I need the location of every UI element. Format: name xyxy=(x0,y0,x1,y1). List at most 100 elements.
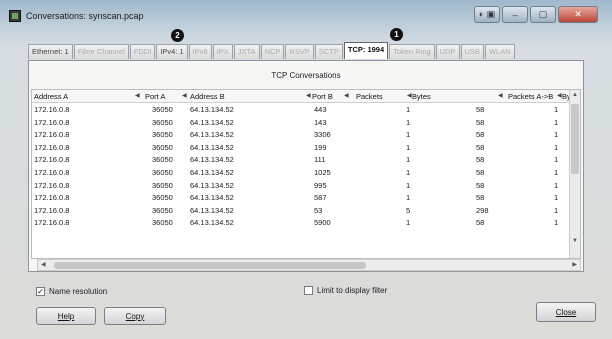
table-row[interactable]: 172.16.0.8 36050 64.13.134.52 111 1 58 1 xyxy=(32,153,580,166)
conversations-table[interactable]: Address A ◀ Port A ◀ Address B Port B ◀ Packets… xyxy=(31,89,581,259)
table-row[interactable]: 172.16.0.8 36050 64.13.134.52 3306 1 58 1 xyxy=(32,128,580,141)
vertical-scrollbar[interactable]: ▲ ▼ xyxy=(569,90,580,258)
horizontal-scroll-thumb[interactable] xyxy=(54,262,366,269)
tab-ncp[interactable]: NCP xyxy=(260,44,285,59)
table-cell: 587 xyxy=(314,193,327,203)
tab-tcp-1994[interactable]: TCP: 1994 xyxy=(343,42,389,59)
tab-rsvp[interactable]: RSVP xyxy=(285,44,314,59)
window-controls: ◐ ▣ ‒ ▢ ✕ xyxy=(474,6,598,23)
tab-usb[interactable]: USB xyxy=(460,44,484,59)
table-row[interactable]: 172.16.0.8 36050 64.13.134.52 53 5 298 1 xyxy=(32,204,580,217)
tab-ipv6[interactable]: IPv6 xyxy=(188,44,212,59)
table-cell: 995 xyxy=(314,180,327,190)
sort-arrow-icon: ◀ xyxy=(306,93,311,99)
table-row[interactable]: 172.16.0.8 36050 64.13.134.52 1025 1 58 1 xyxy=(32,166,580,179)
tab-fddi[interactable]: FDDI xyxy=(129,44,156,59)
table-cell: 64.13.134.52 xyxy=(190,180,234,190)
table-cell: 172.16.0.8 xyxy=(34,180,70,190)
column-header-port-b[interactable]: Port B xyxy=(312,92,333,101)
limit-filter-label: Limit to display filter xyxy=(317,286,388,295)
table-cell: 36050 xyxy=(152,155,173,165)
table-cell: 298 xyxy=(476,205,489,215)
tab-ipv4-1[interactable]: IPv4: 1 xyxy=(156,44,188,59)
column-header-port-a[interactable]: Port A xyxy=(145,92,165,101)
table-cell: 5 xyxy=(406,205,411,215)
checkbox-unchecked-icon[interactable] xyxy=(304,286,313,295)
table-cell: 111 xyxy=(314,155,326,165)
close-window-button[interactable]: ✕ xyxy=(558,6,598,23)
annotation-marker-2: 2 xyxy=(171,29,184,42)
table-row[interactable]: 172.16.0.8 36050 64.13.134.52 443 1 58 1 xyxy=(32,103,580,116)
table-cell: 172.16.0.8 xyxy=(34,105,70,114)
scroll-right-icon[interactable]: ▶ xyxy=(572,260,577,270)
table-cell: 1 xyxy=(406,180,411,190)
table-cell: 58 xyxy=(476,155,485,165)
horizontal-scrollbar[interactable]: ◀ ▶ xyxy=(37,259,581,271)
table-cell: 64.13.134.52 xyxy=(190,155,234,165)
table-cell: 36050 xyxy=(152,180,173,190)
minimize-button[interactable]: ‒ xyxy=(502,6,528,23)
table-body: 172.16.0.8 36050 64.13.134.52 443 1 58 1 172.16… xyxy=(32,103,580,229)
column-header-address-a[interactable]: Address A xyxy=(34,92,68,101)
maximize-button[interactable]: ▢ xyxy=(530,6,556,23)
table-cell: 5900 xyxy=(314,218,331,228)
tab-token-ring[interactable]: Token Ring xyxy=(389,44,435,59)
table-cell: 199 xyxy=(314,142,327,152)
column-header-packets-a-b[interactable]: Packets A->B xyxy=(508,92,553,101)
copy-button[interactable]: Copy xyxy=(104,307,166,325)
table-cell: 64.13.134.52 xyxy=(190,130,234,140)
table-row[interactable]: 172.16.0.8 36050 64.13.134.52 143 1 58 1 xyxy=(32,116,580,129)
tab-fibre-channel[interactable]: Fibre Channel xyxy=(73,44,129,59)
help-button[interactable]: Help xyxy=(36,307,96,325)
table-cell: 1 xyxy=(554,205,559,215)
name-resolution-label: Name resolution xyxy=(49,287,108,296)
tab-udp[interactable]: UDP xyxy=(435,44,460,59)
aero-snap-button[interactable]: ◐ ▣ xyxy=(474,6,500,23)
table-cell: 172.16.0.8 xyxy=(34,117,70,127)
table-cell: 58 xyxy=(476,180,485,190)
table-cell: 36050 xyxy=(152,105,173,114)
table-cell: 3306 xyxy=(314,130,331,140)
table-row[interactable]: 172.16.0.8 36050 64.13.134.52 995 1 58 1 xyxy=(32,179,580,192)
table-cell: 36050 xyxy=(152,167,173,177)
tab-ipx[interactable]: IPX xyxy=(212,44,233,59)
name-resolution-checkbox[interactable]: ✓ Name resolution xyxy=(36,287,107,296)
sort-arrow-icon: ◀ xyxy=(182,93,187,99)
column-header-packets[interactable]: Packets xyxy=(356,92,383,101)
table-cell: 1 xyxy=(554,167,559,177)
table-cell: 1 xyxy=(406,193,411,203)
table-cell: 64.13.134.52 xyxy=(190,218,234,228)
table-cell: 64.13.134.52 xyxy=(190,167,234,177)
table-row[interactable]: 172.16.0.8 36050 64.13.134.52 587 1 58 1 xyxy=(32,191,580,204)
tab-ethernet-1[interactable]: Ethernet: 1 xyxy=(28,44,73,59)
scroll-up-icon[interactable]: ▲ xyxy=(570,90,580,100)
table-cell: 1 xyxy=(554,130,559,140)
table-cell: 1 xyxy=(554,105,559,114)
table-row[interactable]: 172.16.0.8 36050 64.13.134.52 199 1 58 1 xyxy=(32,141,580,154)
limit-filter-checkbox[interactable]: Limit to display filter xyxy=(304,286,387,295)
table-cell: 58 xyxy=(476,117,485,127)
scroll-down-icon[interactable]: ▼ xyxy=(570,236,580,246)
table-cell: 143 xyxy=(314,117,327,127)
table-cell: 1 xyxy=(406,218,411,228)
table-cell: 58 xyxy=(476,193,485,203)
table-cell: 1 xyxy=(406,142,411,152)
checkbox-checked-icon[interactable]: ✓ xyxy=(36,287,45,296)
table-cell: 1 xyxy=(406,167,411,177)
column-header-bytes[interactable]: Bytes xyxy=(412,92,431,101)
window-title: Conversations: synscan.pcap xyxy=(26,11,144,21)
table-cell: 64.13.134.52 xyxy=(190,117,234,127)
table-cell: 58 xyxy=(476,130,485,140)
table-row[interactable]: 172.16.0.8 36050 64.13.134.52 5900 1 58 1 xyxy=(32,216,580,229)
table-cell: 1 xyxy=(554,218,559,228)
vertical-scroll-thumb[interactable] xyxy=(571,104,579,174)
column-header-address-b[interactable]: Address B xyxy=(190,92,225,101)
close-button[interactable]: Close xyxy=(536,302,596,322)
tab-jxta[interactable]: JXTA xyxy=(233,44,260,59)
title-bar: Conversations: synscan.pcap ◐ ▣ ‒ ▢ ✕ xyxy=(0,0,612,34)
table-cell: 36050 xyxy=(152,193,173,203)
tab-sctp[interactable]: SCTP xyxy=(314,44,343,59)
scroll-left-icon[interactable]: ◀ xyxy=(41,260,46,270)
sort-arrow-icon: ◀ xyxy=(557,93,562,99)
tab-wlan[interactable]: WLAN xyxy=(484,44,515,59)
